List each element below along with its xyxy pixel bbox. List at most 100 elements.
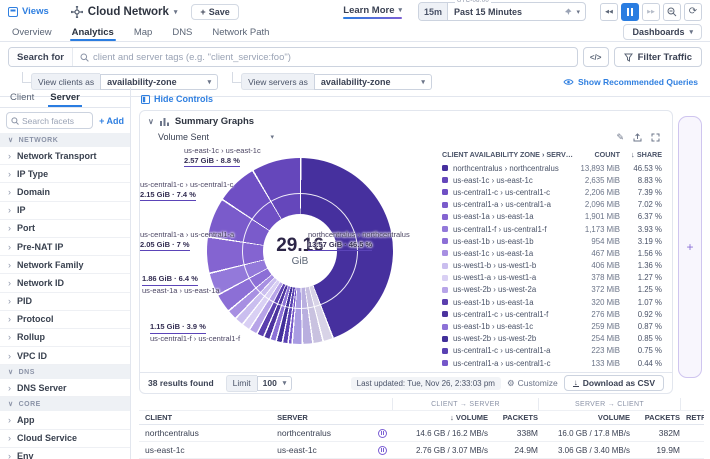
workspace-selector[interactable]: Cloud Network ▾ <box>71 6 178 18</box>
summary-table-row[interactable]: us-central1-f › us-central1-f1,173 MiB3.… <box>436 223 668 235</box>
col-sc-packets[interactable]: PACKETS <box>630 413 680 422</box>
flow-table-row[interactable]: northcentralus northcentralus 14.6 GB / … <box>139 425 704 442</box>
summary-table-row[interactable]: us-east-1b › us-east-1b954 MiB3.19 % <box>436 235 668 247</box>
add-facet-button[interactable]: + Add <box>99 116 124 126</box>
summary-table-row[interactable]: us-west-2b › us-west-2b254 MiB0.85 % <box>436 333 668 345</box>
facet-item-app[interactable]: ›App <box>0 411 130 429</box>
summary-col-share[interactable]: ↓ SHARE <box>620 150 662 159</box>
facet-item-network-transport[interactable]: ›Network Transport <box>0 147 130 165</box>
facet-search-input[interactable] <box>22 116 82 126</box>
col-sc-volume[interactable]: VOLUME <box>538 413 630 422</box>
filter-traffic-button[interactable]: Filter Traffic <box>614 47 702 67</box>
summary-table-row[interactable]: us-central1-a › us-central1-a2,096 MiB7.… <box>436 199 668 211</box>
time-range-picker[interactable]: UTC-08:00 15m Past 15 Minutes ▾ <box>418 2 586 21</box>
summary-table-row[interactable]: us-west1-a › us-west1-a378 MiB1.27 % <box>436 272 668 284</box>
step-forward-button[interactable]: ▶▶ <box>642 3 660 21</box>
facet-item-ip-type[interactable]: ›IP Type <box>0 165 130 183</box>
col-server[interactable]: SERVER <box>277 413 392 422</box>
summary-table-row[interactable]: us-central1-a › us-central1-c133 MiB0.44… <box>436 357 668 369</box>
summary-table-row[interactable]: us-central1-c › us-central1-a223 MiB0.75… <box>436 345 668 357</box>
facet-item-pre-nat-ip[interactable]: ›Pre-NAT IP <box>0 238 130 256</box>
export-icon[interactable] <box>633 133 642 142</box>
facet-item-dns-server[interactable]: ›DNS Server <box>0 379 130 397</box>
facet-search-box[interactable] <box>6 112 93 129</box>
summary-table-row[interactable]: us-central1-c › us-central1-c2,206 MiB7.… <box>436 186 668 198</box>
col-retransmits[interactable]: RETR <box>680 413 704 422</box>
summary-table-row[interactable]: us-east-1b › us-east-1c259 MiB0.87 % <box>436 320 668 332</box>
flow-details-icon[interactable] <box>378 446 387 455</box>
step-back-button[interactable]: ◀◀ <box>600 3 618 21</box>
sunburst-chart[interactable]: 29.16 GiB us-east-1c › us-east-1c 2.57 G… <box>140 144 436 372</box>
facet-item-env[interactable]: ›Env <box>0 448 130 459</box>
facet-item-protocol[interactable]: ›Protocol <box>0 311 130 329</box>
save-button[interactable]: +Save <box>191 4 238 20</box>
chart-callout: 1.15 GiB · 3.9 % us-central1-f › us-cent… <box>150 322 240 343</box>
pause-button[interactable] <box>621 3 639 21</box>
chevron-right-icon: › <box>8 260 11 270</box>
col-client[interactable]: CLIENT <box>139 413 277 422</box>
chevron-down-icon[interactable]: ▾ <box>576 8 580 16</box>
legend-color-chip <box>442 299 448 305</box>
facet-item-cloud-service[interactable]: ›Cloud Service <box>0 430 130 448</box>
add-panel-button[interactable]: + <box>678 116 702 378</box>
collapse-chevron-icon[interactable]: ∨ <box>148 117 154 126</box>
summary-col-pair[interactable]: CLIENT AVAILABILITY ZONE › SERVER AVAILA… <box>442 150 574 159</box>
chevron-down-icon: ▾ <box>174 8 178 16</box>
flow-table-row[interactable]: us-east-1c us-east-1c 2.76 GB / 3.07 MB/… <box>139 442 704 459</box>
summary-table-row[interactable]: us-east-1a › us-east-1a1,901 MiB6.37 % <box>436 211 668 223</box>
facet-item-rollup[interactable]: ›Rollup <box>0 329 130 347</box>
time-preset-chip[interactable]: 15m <box>419 3 448 20</box>
facet-section-core[interactable]: ∨CORE <box>0 397 130 411</box>
facet-item-port[interactable]: ›Port <box>0 220 130 238</box>
summary-table-row[interactable]: us-west1-b › us-west1-b406 MiB1.36 % <box>436 260 668 272</box>
query-code-button[interactable]: </> <box>583 47 609 67</box>
facet-section-dns[interactable]: ∨DNS <box>0 365 130 379</box>
search-box[interactable]: Search for <box>8 47 578 67</box>
count-value: 406 MiB <box>574 261 620 270</box>
facet-item-pid[interactable]: ›PID <box>0 293 130 311</box>
flow-details-icon[interactable] <box>378 429 387 438</box>
facet-section-network[interactable]: ∨NETWORK <box>0 133 130 147</box>
limit-select[interactable]: 100▾ <box>257 376 293 391</box>
facet-item-vpc-id[interactable]: ›VPC ID <box>0 347 130 365</box>
summary-table-row[interactable]: us-east-1c › us-east-1a467 MiB1.56 % <box>436 247 668 259</box>
tab-overview[interactable]: Overview <box>12 23 52 41</box>
search-input[interactable] <box>93 52 577 63</box>
summary-col-count[interactable]: COUNT <box>574 150 620 159</box>
refresh-button[interactable]: ⟳ <box>684 3 702 21</box>
facet-item-ip[interactable]: ›IP <box>0 202 130 220</box>
chevron-down-icon: ▾ <box>421 78 425 86</box>
sidebar-tab-client[interactable]: Client <box>10 87 34 107</box>
tab-analytics[interactable]: Analytics <box>72 23 114 41</box>
chevron-right-icon: › <box>8 187 11 197</box>
tab-map[interactable]: Map <box>134 23 152 41</box>
edit-chart-icon[interactable]: ✎ <box>616 132 624 143</box>
sidebar-tab-server[interactable]: Server <box>50 87 80 107</box>
expand-icon[interactable] <box>651 133 660 142</box>
summary-table-row[interactable]: northcentralus › northcentralus13,893 Mi… <box>436 162 668 174</box>
learn-more-button[interactable]: Learn More▾ <box>343 5 402 19</box>
hide-controls-link[interactable]: Hide Controls <box>141 94 704 104</box>
time-range-value[interactable]: Past 15 Minutes <box>448 7 564 17</box>
summary-table-row[interactable]: us-east-1c › us-east-1c2,635 MiB8.83 % <box>436 174 668 186</box>
dashboards-button[interactable]: Dashboards▾ <box>623 24 702 40</box>
summary-table-row[interactable]: us-east-1b › us-east-1a320 MiB1.07 % <box>436 296 668 308</box>
tab-network-path[interactable]: Network Path <box>212 23 269 41</box>
summary-table-row[interactable]: us-central1-c › us-central1-f276 MiB0.92… <box>436 308 668 320</box>
views-button[interactable]: Views <box>8 6 49 17</box>
col-cs-volume[interactable]: ↓ VOLUME <box>392 413 488 422</box>
facet-item-domain[interactable]: ›Domain <box>0 183 130 201</box>
pin-icon[interactable] <box>564 8 572 16</box>
facet-item-network-family[interactable]: ›Network Family <box>0 256 130 274</box>
tab-dns[interactable]: DNS <box>172 23 192 41</box>
metric-select[interactable]: Volume Sent▾ <box>154 130 278 144</box>
chart-callout: 1.86 GiB · 6.4 % us-east-1a › us-east-1a <box>142 274 220 295</box>
col-cs-packets[interactable]: PACKETS <box>488 413 538 422</box>
download-csv-button[interactable]: ↓Download as CSV <box>564 375 664 391</box>
summary-table-row[interactable]: us-west-2b › us-west-2a372 MiB1.25 % <box>436 284 668 296</box>
customize-button[interactable]: ⚙Customize <box>507 378 558 389</box>
facet-item-network-id[interactable]: ›Network ID <box>0 274 130 292</box>
zoom-out-button[interactable] <box>663 3 681 21</box>
chevron-right-icon: › <box>8 223 11 233</box>
show-recommended-queries-link[interactable]: Show Recommended Queries <box>563 77 698 87</box>
